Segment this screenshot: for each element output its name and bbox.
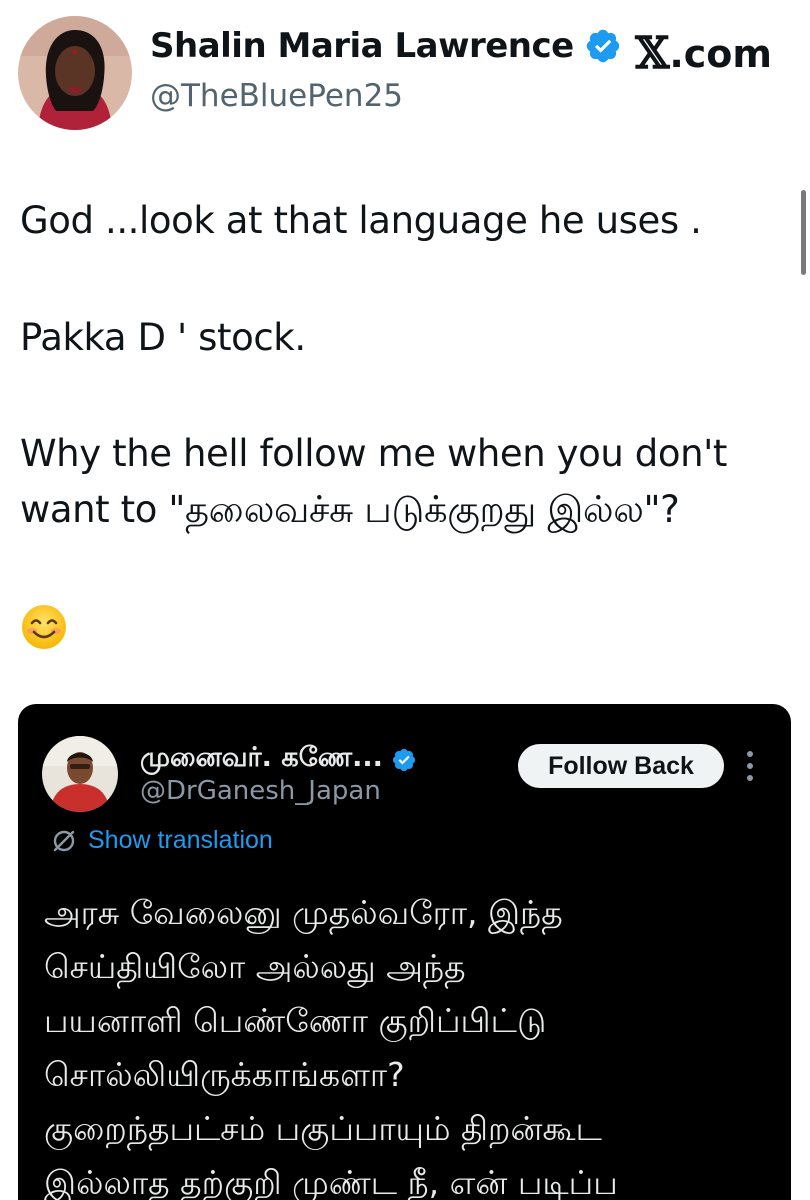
more-options-icon[interactable] xyxy=(740,748,760,784)
tweet-text-line: Pakka D ' stock. xyxy=(20,316,306,359)
quoted-author-avatar[interactable] xyxy=(42,736,118,812)
quoted-tweet-text: அரசு வேலைனு முதல்வரோ, இந்த செய்தியிலோ அல… xyxy=(44,893,618,1200)
brand-suffix: .com xyxy=(669,31,772,76)
show-translation-link[interactable]: Show translation xyxy=(50,826,273,855)
tweet-screenshot: Shalin Maria Lawrence @TheBluePen25 𝕏 .co… xyxy=(0,0,810,1200)
translate-icon xyxy=(50,827,78,855)
author-display-name[interactable]: Shalin Maria Lawrence xyxy=(150,26,574,66)
verified-badge-icon xyxy=(391,747,417,773)
x-logo-icon: 𝕏 xyxy=(635,28,670,79)
author-handle[interactable]: @TheBluePen25 xyxy=(150,78,403,114)
brand-watermark: 𝕏 .com xyxy=(635,28,772,79)
scrollbar-thumb[interactable] xyxy=(801,190,806,275)
quoted-author-name-row: முனைவர். கணே... xyxy=(140,742,417,777)
show-translation-label[interactable]: Show translation xyxy=(88,826,273,855)
tweet-text-line: God ...look at that language he uses . xyxy=(20,199,702,242)
quoted-author-handle[interactable]: @DrGanesh_Japan xyxy=(140,776,381,806)
verified-badge-icon xyxy=(584,27,622,65)
author-name-row: Shalin Maria Lawrence xyxy=(150,26,622,66)
follow-back-button[interactable]: Follow Back xyxy=(518,744,724,788)
author-avatar[interactable] xyxy=(18,16,132,130)
quoted-tweet-image[interactable]: முனைவர். கணே... @DrGanesh_Japan Follow B… xyxy=(18,704,791,1200)
tweet-text-line: Why the hell follow me when you don't wa… xyxy=(20,432,728,531)
quoted-author-display-name[interactable]: முனைவர். கணே... xyxy=(140,742,383,777)
smiling-face-emoji xyxy=(21,604,67,650)
